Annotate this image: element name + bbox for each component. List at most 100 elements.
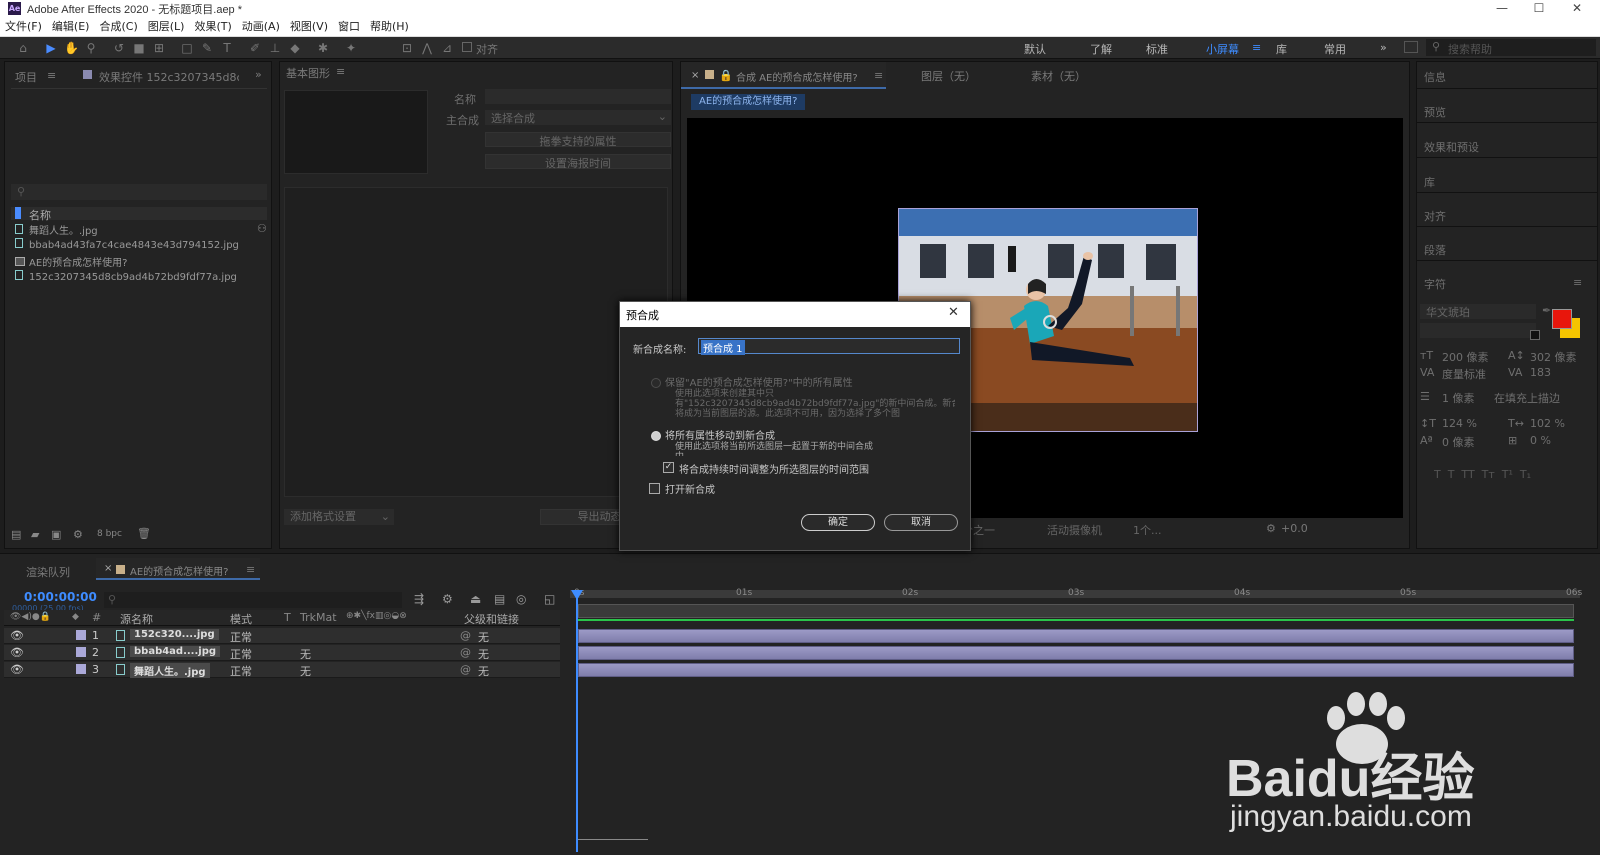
- tsume-value[interactable]: 0 %: [1530, 434, 1551, 447]
- playhead-handle-icon[interactable]: [571, 590, 583, 600]
- comp-flowchart-icon[interactable]: ⇶: [414, 592, 424, 606]
- comp-breadcrumb[interactable]: AE的预合成怎样使用?: [691, 94, 806, 110]
- open-comp-checkbox[interactable]: [649, 483, 660, 494]
- drag-props-button[interactable]: 拖拳支持的属性: [485, 132, 671, 148]
- camera-select[interactable]: 活动摄像机: [1047, 522, 1102, 538]
- current-timecode[interactable]: 0:00:00:00: [24, 590, 97, 604]
- leading-value[interactable]: 302 像素: [1530, 349, 1577, 365]
- font-size-value[interactable]: 200 像素: [1442, 349, 1489, 365]
- menu-animation[interactable]: 动画(A): [237, 17, 285, 37]
- label-color-icon[interactable]: [76, 664, 86, 674]
- adjust-duration-label[interactable]: 将合成持续时间调整为所选图层的时间范围: [679, 461, 869, 476]
- maximize-icon[interactable]: ☐: [1522, 0, 1556, 17]
- layer-parent[interactable]: 无: [478, 663, 489, 679]
- eye-icon[interactable]: 👁: [10, 629, 24, 642]
- zoom-slider[interactable]: [578, 839, 648, 847]
- home-icon[interactable]: ⌂: [16, 41, 30, 55]
- layer-row[interactable]: 👁 1 152c320....jpg 正常 @ 无: [4, 628, 560, 644]
- menu-edit[interactable]: 编辑(E): [47, 17, 95, 37]
- pickwhip-icon[interactable]: @: [460, 646, 471, 659]
- snap-icon[interactable]: ⊡: [400, 41, 414, 55]
- interpret-footage-icon[interactable]: ▤: [11, 528, 21, 541]
- kerning-value[interactable]: 度量标准: [1442, 366, 1486, 382]
- info-panel[interactable]: 信息: [1424, 69, 1446, 85]
- layer-bar[interactable]: [578, 646, 1574, 660]
- menu-file[interactable]: 文件(F): [0, 17, 47, 37]
- new-composition-icon[interactable]: ▣: [51, 528, 61, 541]
- cancel-button[interactable]: 取消: [884, 514, 958, 531]
- tab-composition[interactable]: × 🔒 合成 AE的预合成怎样使用? ≡: [681, 62, 886, 89]
- paragraph-panel[interactable]: 段落: [1424, 242, 1446, 258]
- project-item[interactable]: 舞蹈人生。.jpg: [15, 222, 98, 237]
- brush-tool-icon[interactable]: ✐: [248, 41, 262, 55]
- bpc-label[interactable]: 8 bpc: [97, 529, 122, 539]
- camera-tool-icon[interactable]: ■: [132, 41, 146, 55]
- search-help-field[interactable]: ⚲ 搜索帮助: [1426, 39, 1596, 56]
- menu-view[interactable]: 视图(V): [285, 17, 333, 37]
- layer-trkmat[interactable]: 无: [300, 663, 311, 679]
- draft-3d-icon[interactable]: ⚙: [442, 592, 453, 606]
- layer-mode[interactable]: 正常: [230, 663, 252, 679]
- eye-icon[interactable]: 👁: [10, 663, 24, 676]
- playhead[interactable]: [576, 594, 578, 852]
- layer-name[interactable]: 152c320....jpg: [130, 629, 219, 640]
- poster-time-button[interactable]: 设置海报时间: [485, 154, 671, 170]
- frame-blending-icon[interactable]: ▤: [494, 592, 505, 606]
- menu-help[interactable]: 帮助(H): [365, 17, 414, 37]
- graph-editor-icon[interactable]: ◱: [544, 592, 555, 606]
- col-mode[interactable]: 模式: [230, 611, 252, 627]
- workspace-standard[interactable]: 标准: [1146, 41, 1168, 57]
- library-panel[interactable]: 库: [1424, 174, 1435, 190]
- open-comp-label[interactable]: 打开新合成: [665, 481, 715, 496]
- radio-move-attributes[interactable]: [651, 431, 661, 441]
- hand-tool-icon[interactable]: ✋: [64, 41, 79, 55]
- col-parent[interactable]: 父级和链接: [464, 611, 519, 627]
- label-color-icon[interactable]: [76, 647, 86, 657]
- delete-icon[interactable]: 🗑: [137, 527, 151, 540]
- layer-parent[interactable]: 无: [478, 629, 489, 645]
- layer-row[interactable]: 👁 3 舞蹈人生。.jpg 正常 无 @ 无: [4, 662, 560, 678]
- timeline-search[interactable]: ⚲: [104, 592, 402, 608]
- col-name[interactable]: 名称: [29, 207, 51, 223]
- close-icon[interactable]: ✕: [1560, 0, 1594, 17]
- exposure-icon[interactable]: ⚙: [1266, 522, 1276, 535]
- layer-bar[interactable]: [578, 629, 1574, 643]
- stamp-tool-icon[interactable]: ⊥: [268, 41, 282, 55]
- format-select[interactable]: 添加格式设置 ⌄: [284, 509, 394, 525]
- panel-menu-icon[interactable]: ≡: [874, 69, 883, 82]
- layer-mode[interactable]: 正常: [230, 646, 252, 662]
- close-tab-icon[interactable]: ×: [104, 563, 112, 574]
- tab-effect-controls[interactable]: 效果控件 152c3207345d8cb9ad: [99, 69, 239, 85]
- text-style-buttons[interactable]: T T TT Tᴛ T¹ T₁: [1434, 468, 1531, 481]
- tab-project-menu-icon[interactable]: ≡: [47, 69, 56, 82]
- rotate-tool-icon[interactable]: ↺: [112, 41, 126, 55]
- master-select[interactable]: 选择合成 ⌄: [485, 110, 671, 125]
- label-color-icon[interactable]: [76, 630, 86, 640]
- exposure-value[interactable]: +0.0: [1281, 522, 1308, 535]
- rectangle-tool-icon[interactable]: □: [180, 41, 194, 55]
- eraser-tool-icon[interactable]: ◆: [288, 41, 302, 55]
- lock-icon[interactable]: 🔒: [719, 69, 733, 82]
- col-source-name[interactable]: 源名称: [120, 611, 153, 627]
- puppet-tool-icon[interactable]: ✦: [344, 41, 358, 55]
- essential-graphics-title[interactable]: 基本图形: [286, 65, 330, 81]
- menu-effect[interactable]: 效果(T): [189, 17, 236, 37]
- panel-overflow-icon[interactable]: »: [255, 68, 262, 81]
- roto-tool-icon[interactable]: ✱: [316, 41, 330, 55]
- tracking-value[interactable]: 183: [1530, 366, 1551, 379]
- hscale-value[interactable]: 102 %: [1530, 417, 1565, 430]
- project-item[interactable]: AE的预合成怎样使用?: [15, 254, 127, 269]
- shy-layers-icon[interactable]: ⏏: [470, 592, 481, 606]
- tab-layer[interactable]: 图层（无）: [921, 68, 976, 84]
- views-select[interactable]: 1个...: [1133, 522, 1162, 538]
- stroke-mode-value[interactable]: 在填充上描边: [1494, 390, 1560, 406]
- anchor-tool-icon[interactable]: ⊞: [152, 41, 166, 55]
- motion-blur-icon[interactable]: ◎: [516, 592, 526, 606]
- workspace-menu-icon[interactable]: ≡: [1252, 41, 1261, 54]
- close-tab-icon[interactable]: ×: [691, 70, 699, 81]
- new-folder-icon[interactable]: ▰: [31, 528, 39, 541]
- font-style-select[interactable]: [1420, 323, 1536, 338]
- panel-menu-icon[interactable]: ≡: [1573, 276, 1582, 289]
- tab-footage[interactable]: 素材（无）: [1031, 68, 1086, 84]
- no-fill-icon[interactable]: [1530, 330, 1540, 340]
